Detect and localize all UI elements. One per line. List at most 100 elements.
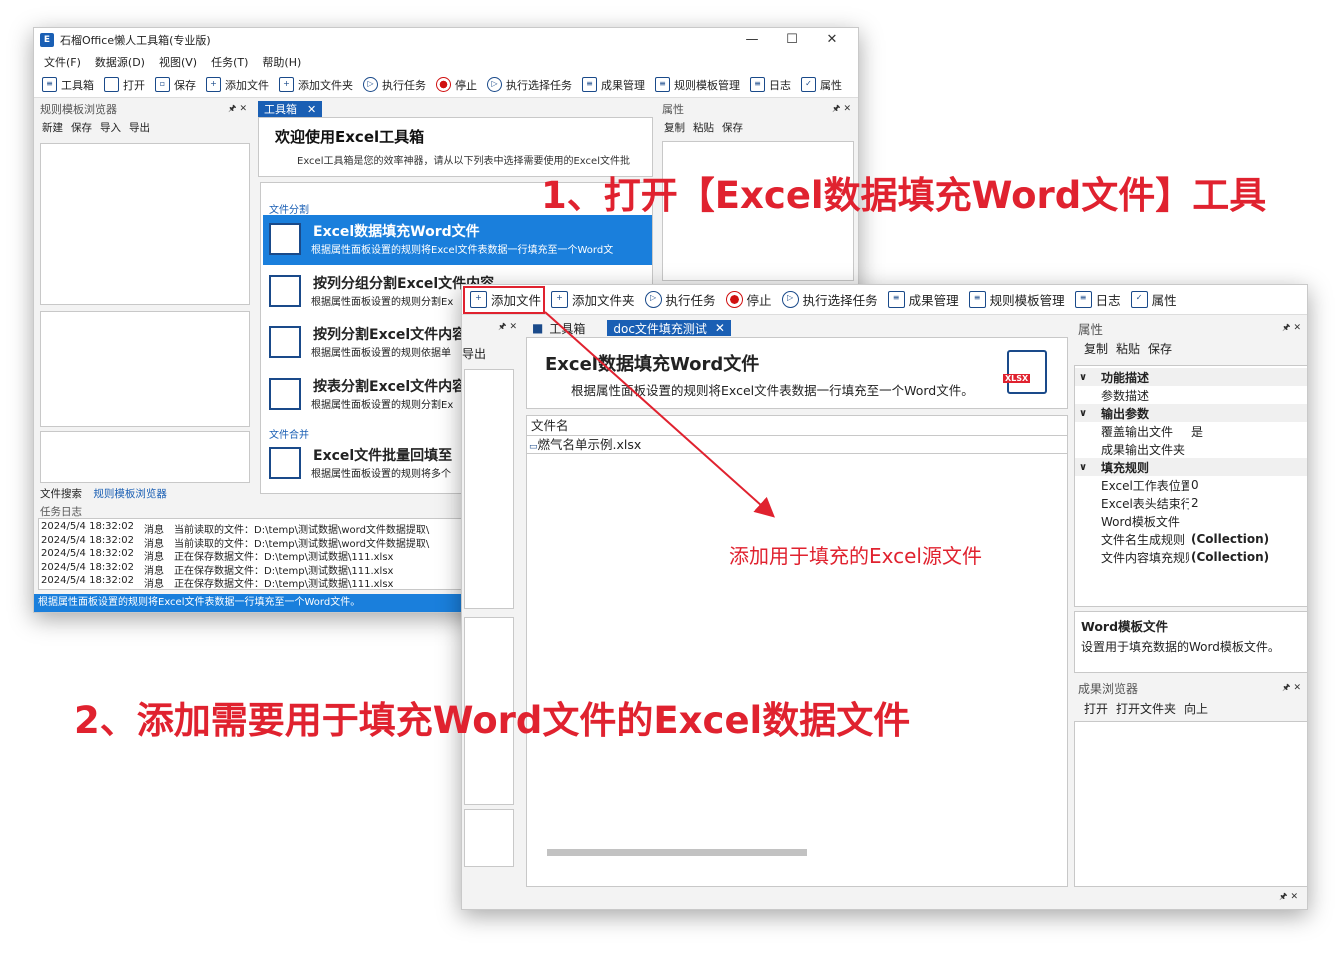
add-folder-icon: + [551, 291, 569, 308]
prop-category[interactable]: ∨ 输出参数 [1075, 404, 1307, 422]
table-icon [269, 378, 301, 410]
group-label-split: 文件分割 [269, 205, 309, 216]
menu-task[interactable]: 任务(T) [211, 54, 248, 70]
prop-category[interactable]: ∨ 填充规则 [1075, 458, 1307, 476]
add-folder-button[interactable]: + 添加文件夹 [279, 77, 353, 93]
left-stub-box [464, 369, 514, 609]
chevron-down-icon: ∨ [1078, 407, 1088, 419]
grid-icon [269, 275, 301, 307]
prop-category[interactable]: ∨ 功能描述 [1075, 368, 1307, 386]
menu-file[interactable]: 文件(F) [44, 54, 81, 70]
file-list[interactable]: 文件名 ▭燃气名单示例.xlsx [526, 415, 1068, 887]
templates-button[interactable]: ≡ 规则模板管理 [655, 77, 740, 93]
open-button[interactable]: 打开 [104, 77, 145, 93]
save-button[interactable]: ▫ 保存 [155, 77, 196, 93]
pin-close-icons[interactable]: 🖈✕ [1279, 889, 1301, 905]
menu-datasource[interactable]: 数据源(D) [95, 54, 145, 70]
templates-icon: ≡ [655, 77, 670, 92]
result-browser-title: 成果浏览器 [1078, 681, 1139, 696]
stop-button[interactable]: 停止 [725, 290, 772, 309]
prop-row[interactable]: Word模板文件 [1075, 512, 1307, 530]
run-selected-button[interactable]: ▷ 执行选择任务 [487, 77, 572, 93]
add-file-button[interactable]: + 添加文件 [206, 77, 269, 93]
prop-help: Word模板文件 设置用于填充数据的Word模板文件。 [1074, 611, 1307, 673]
prop-row[interactable]: 参数描述 [1075, 386, 1307, 404]
window-title: 石榴Office懒人工具箱(专业版) [60, 34, 211, 47]
log-button[interactable]: ≡ 日志 [750, 77, 791, 93]
prop-row[interactable]: 文件内容填充规则 (Collection) [1075, 548, 1307, 566]
toolbox-icon: ≡ [42, 77, 57, 92]
properties-icon: ✓ [801, 77, 816, 92]
export-stub[interactable]: 导出 [462, 345, 486, 362]
chevron-down-icon: ∨ [1078, 461, 1088, 473]
result-tree[interactable] [1074, 721, 1307, 887]
paste-button[interactable]: 粘贴 [1116, 340, 1140, 357]
toolbar: ≡ 工具箱 打开 ▫ 保存 + 添加文件 + 添加文件夹 ▷ 执行任务 停止 ▷ 执行选择任… [34, 72, 858, 98]
horizontal-scrollbar[interactable] [547, 849, 807, 856]
toolbox-button[interactable]: ≡ 工具箱 [42, 77, 94, 93]
prop-row[interactable]: 文件名生成规则 (Collection) [1075, 530, 1307, 548]
run-task-button[interactable]: ▷ 执行任务 [644, 290, 716, 309]
prop-help-desc: 设置用于填充数据的Word模板文件。 [1081, 640, 1280, 654]
close-icon[interactable]: ✕ [812, 28, 852, 52]
copy-button[interactable]: 复制 [664, 120, 685, 135]
step2-annotation: 2、添加需要用于填充Word文件的Excel数据文件 [74, 699, 911, 742]
tool-excel-fill-word[interactable]: Excel数据填充Word文件 根据属性面板设置的规则将Excel文件表数据一行… [263, 215, 652, 265]
add-folder-button[interactable]: + 添加文件夹 [551, 290, 635, 309]
rule-list[interactable] [40, 311, 250, 427]
maximize-icon[interactable]: ☐ [772, 28, 812, 52]
properties-button[interactable]: ✓ 属性 [1130, 290, 1177, 309]
tab-close-icon[interactable]: ✕ [307, 103, 316, 116]
save-props-button[interactable]: 保存 [722, 120, 743, 135]
tab-toolbox[interactable]: 工具箱 ✕ [258, 101, 323, 117]
save-props-button[interactable]: 保存 [1148, 340, 1172, 357]
properties-button[interactable]: ✓ 属性 [801, 77, 842, 93]
log-button[interactable]: ≡ 日志 [1074, 290, 1121, 309]
pin-close-icons[interactable]: 🖈✕ [1282, 680, 1304, 696]
run-selected-button[interactable]: ▷ 执行选择任务 [781, 290, 878, 309]
center-tabs: 工具箱 ✕ [258, 101, 323, 117]
new-rule-button[interactable]: 新建 [42, 120, 63, 135]
tool-title: Excel数据填充Word文件 [545, 354, 760, 375]
up-button[interactable]: 向上 [1184, 700, 1208, 717]
rule-tree[interactable] [40, 143, 250, 305]
results-button[interactable]: ≡ 成果管理 [582, 77, 645, 93]
prop-row[interactable]: 覆盖输出文件是 [1075, 422, 1307, 440]
export-rule-button[interactable]: 导出 [129, 120, 150, 135]
prop-row[interactable]: Excel工作表位置 0 [1075, 476, 1307, 494]
open-result-button[interactable]: 打开 [1084, 700, 1108, 717]
props-panel: 属性 🖈✕ 复制 粘贴 保存 [1074, 319, 1307, 359]
toolbox-tab-icon: ■ [532, 321, 544, 335]
pin-close-icons[interactable]: 🖈✕ [228, 101, 250, 117]
minimize-icon[interactable]: — [732, 28, 772, 52]
file-list-header[interactable]: 文件名 [527, 416, 1067, 436]
step1-annotation: 1、打开【Excel数据填充Word文件】工具 [541, 174, 1267, 217]
open-folder-button[interactable]: 打开文件夹 [1116, 700, 1176, 717]
save-rule-button[interactable]: 保存 [71, 120, 92, 135]
xlsx-badge: XLSX [1003, 374, 1031, 383]
properties-icon: ✓ [1130, 291, 1148, 308]
results-button[interactable]: ≡ 成果管理 [887, 290, 959, 309]
templates-button[interactable]: ≡ 规则模板管理 [968, 290, 1065, 309]
tab-toolbox[interactable]: ■ 工具箱 [526, 320, 591, 336]
list-item[interactable]: ▭燃气名单示例.xlsx [527, 436, 1067, 454]
tab-file-search[interactable]: 文件搜索 [40, 488, 82, 500]
prop-row[interactable]: Excel表头结束行 2 [1075, 494, 1307, 512]
tool-header: Excel数据填充Word文件 根据属性面板设置的规则将Excel文件表数据一行… [526, 337, 1068, 409]
tab-close-icon[interactable]: ✕ [715, 321, 725, 335]
prop-row[interactable]: 成果输出文件夹 [1075, 440, 1307, 458]
stop-button[interactable]: 停止 [436, 77, 477, 93]
tab-doc-fill-test[interactable]: doc文件填充测试 ✕ [607, 320, 731, 336]
menu-view[interactable]: 视图(V) [159, 54, 197, 70]
pin-close-icons[interactable]: 🖈✕ [498, 319, 520, 335]
tab-rule-browser[interactable]: 规则模板浏览器 [93, 488, 167, 500]
main-window-front: + 添加文件 + 添加文件夹 ▷ 执行任务 停止 ▷ 执行选择任务 ≡ 成果管理 ≡ 规则模… [461, 284, 1308, 910]
paste-button[interactable]: 粘贴 [693, 120, 714, 135]
pin-close-icons[interactable]: 🖈✕ [832, 101, 854, 117]
copy-button[interactable]: 复制 [1084, 340, 1108, 357]
menu-help[interactable]: 帮助(H) [262, 54, 301, 70]
pin-close-icons[interactable]: 🖈✕ [1282, 320, 1304, 336]
import-rule-button[interactable]: 导入 [100, 120, 121, 135]
run-task-button[interactable]: ▷ 执行任务 [363, 77, 426, 93]
log-icon: ≡ [750, 77, 765, 92]
